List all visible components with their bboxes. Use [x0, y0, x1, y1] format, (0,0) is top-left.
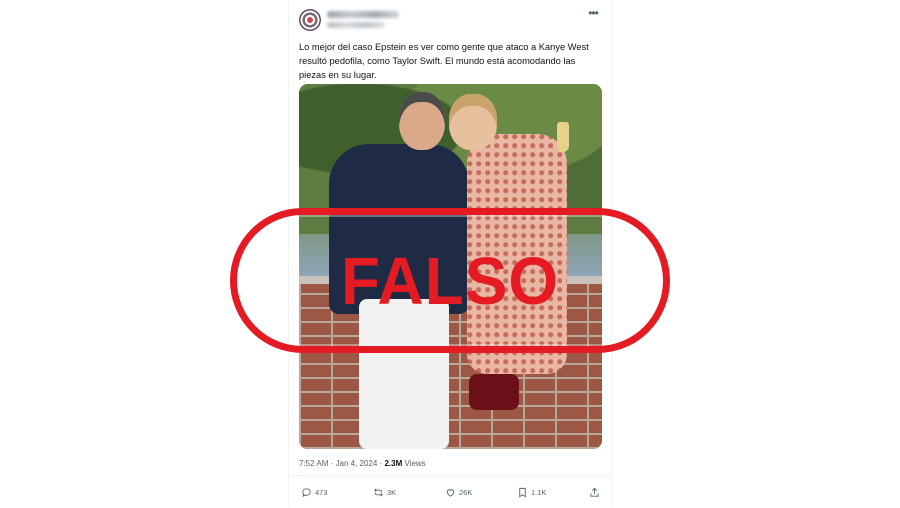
views-label: Views: [404, 459, 426, 468]
photo-woman-shoes: [469, 374, 519, 410]
photo-champagne-glass: [557, 122, 569, 152]
views-count: 2.3M: [384, 459, 403, 468]
repost-count: 3K: [387, 487, 397, 497]
bookmark-button[interactable]: 1.1K: [517, 486, 546, 498]
share-icon: [590, 487, 599, 497]
like-icon: [446, 488, 455, 497]
tweet-time[interactable]: 7:52 AM: [299, 459, 328, 468]
more-icon[interactable]: •••: [585, 6, 601, 20]
meta-separator: ·: [379, 459, 383, 468]
tweet-text: Lo mejor del caso Epstein es ver como ge…: [299, 42, 589, 80]
falso-stamp: FALSO: [230, 208, 670, 353]
action-bar: 473 3K 26K 1.1K: [289, 475, 611, 508]
reply-count: 473: [315, 487, 328, 497]
reply-button[interactable]: 473: [301, 486, 328, 498]
meta-separator: ·: [330, 459, 334, 468]
blurred-handle: [327, 22, 385, 28]
like-count: 26K: [459, 487, 473, 497]
repost-icon: [374, 488, 383, 496]
photo-man-head: [399, 92, 445, 150]
repost-button[interactable]: 3K: [373, 486, 396, 498]
photo-woman-head: [449, 94, 497, 150]
like-button[interactable]: 26K: [445, 486, 472, 498]
tweet-date[interactable]: Jan 4, 2024: [336, 459, 378, 468]
bookmark-icon: [519, 487, 526, 497]
share-button[interactable]: [589, 486, 600, 498]
blurred-display-name: [327, 11, 399, 18]
reply-icon: [302, 487, 311, 497]
bookmark-count: 1.1K: [531, 487, 547, 497]
tweet-meta: 7:52 AM · Jan 4, 2024 · 2.3M Views: [299, 459, 604, 468]
avatar[interactable]: [299, 9, 321, 31]
falso-stamp-text: FALSO: [340, 242, 560, 319]
